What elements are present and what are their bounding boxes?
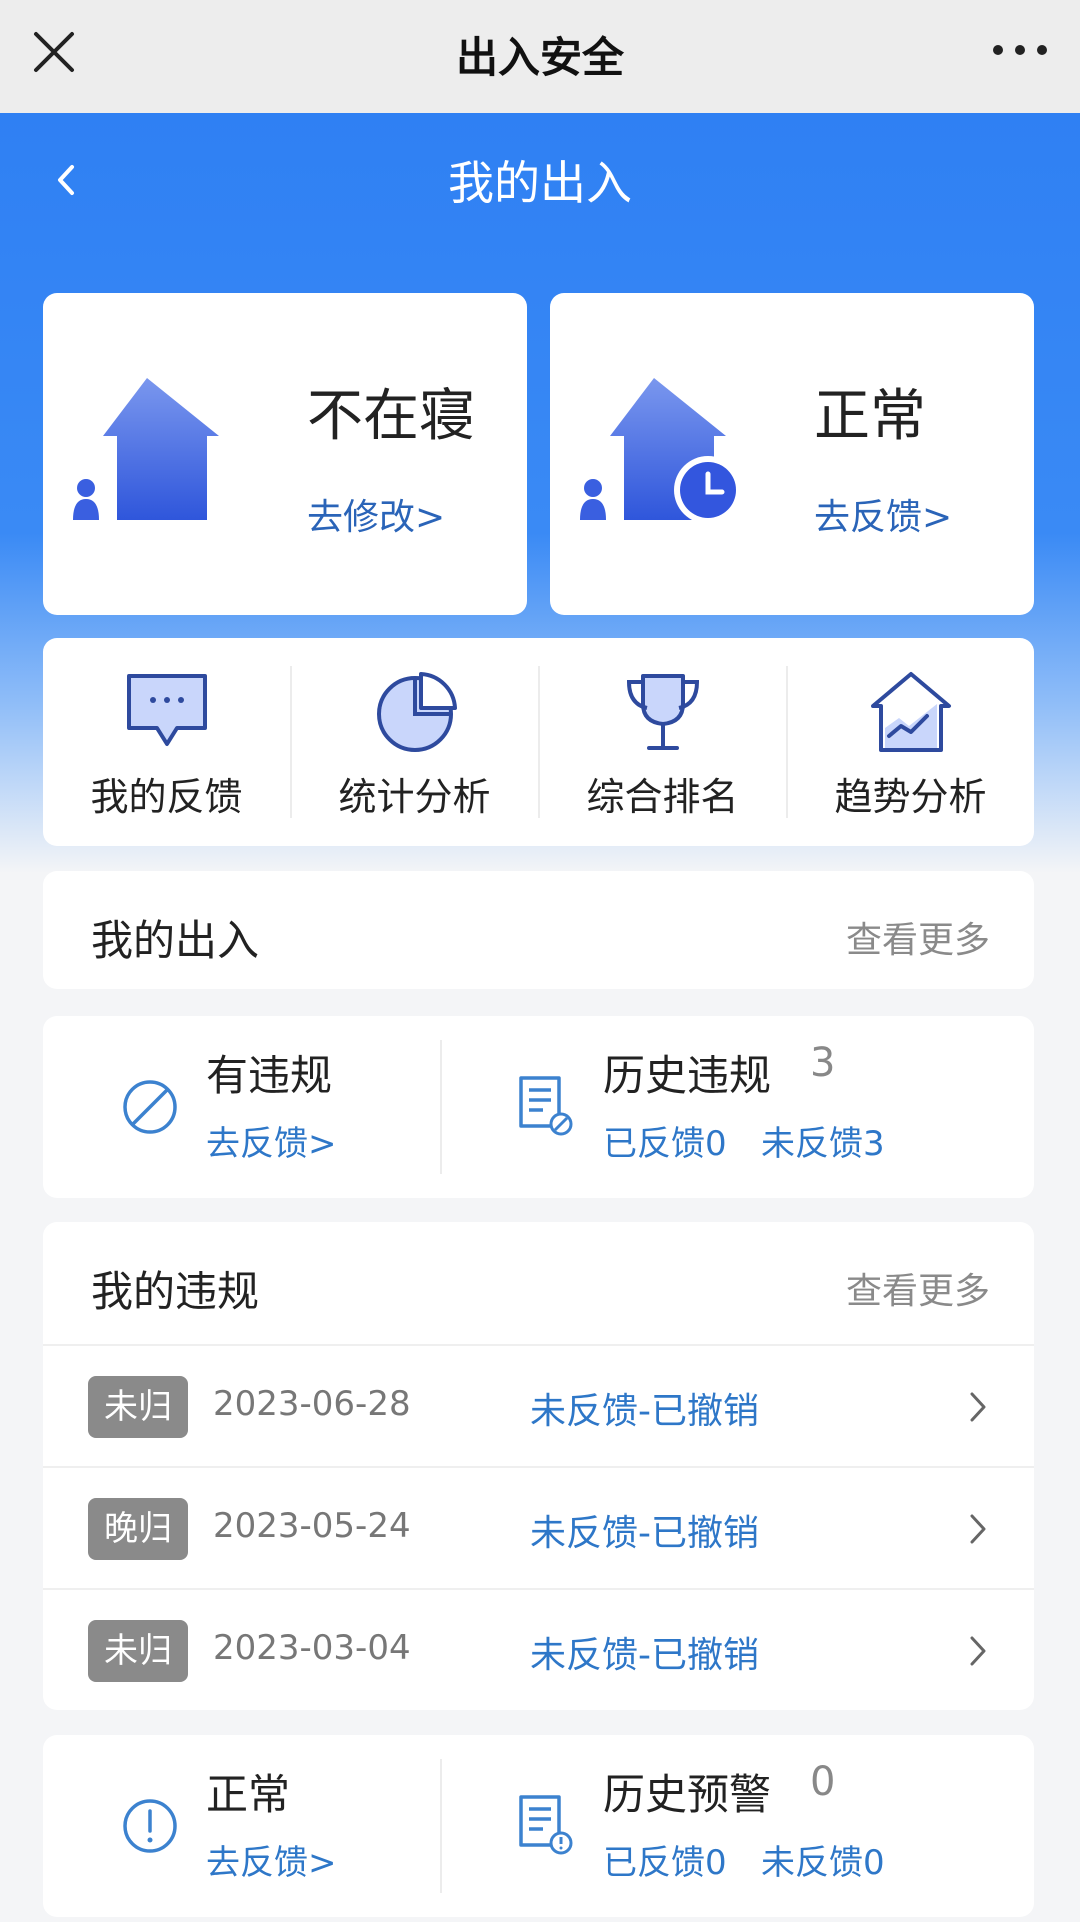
history-warning-count: 0 bbox=[810, 1759, 836, 1805]
feature-menu: 我的反馈 统计分析 综合排名 趋势分析 bbox=[43, 638, 1034, 846]
menu-label: 综合排名 bbox=[586, 775, 739, 819]
view-more-link[interactable]: 查看更多 bbox=[846, 911, 990, 963]
warning-feedback-link[interactable]: 去反馈> bbox=[206, 1835, 337, 1884]
feedback-link[interactable]: 去反馈> bbox=[814, 488, 952, 540]
violation-row[interactable]: 晚归 2023-05-24 未反馈-已撤销 bbox=[43, 1466, 1034, 1588]
time-status-card[interactable]: 正常 去反馈> bbox=[550, 293, 1034, 615]
modify-link[interactable]: 去修改> bbox=[307, 488, 445, 540]
violation-date: 2023-03-04 bbox=[213, 1628, 411, 1668]
feedback-done-count[interactable]: 已反馈0 bbox=[603, 1116, 727, 1165]
message-icon bbox=[127, 674, 207, 746]
prohibited-icon bbox=[123, 1080, 177, 1134]
document-ban-icon bbox=[519, 1076, 573, 1136]
window-title: 出入安全 bbox=[455, 33, 624, 82]
menu-item-trend[interactable]: 趋势分析 bbox=[787, 638, 1034, 846]
house-clock-icon bbox=[580, 378, 742, 524]
trend-house-icon bbox=[871, 672, 951, 752]
warnings-summary: 正常 去反馈> 历史预警 0 已反馈0 未反馈0 bbox=[43, 1735, 1034, 1917]
chevron-right-icon bbox=[970, 1392, 986, 1422]
violation-status: 未反馈-已撤销 bbox=[530, 1391, 759, 1432]
history-warning-title: 历史预警 bbox=[603, 1770, 772, 1819]
violation-row[interactable]: 未归 2023-06-28 未反馈-已撤销 bbox=[43, 1344, 1034, 1466]
document-alert-icon bbox=[519, 1795, 573, 1855]
warning-feedback-pending-count[interactable]: 未反馈0 bbox=[761, 1835, 885, 1884]
chevron-right-icon bbox=[970, 1636, 986, 1666]
section-title: 我的出入 bbox=[91, 916, 260, 965]
violation-type-tag: 未归 bbox=[88, 1376, 188, 1438]
menu-label: 我的反馈 bbox=[90, 775, 243, 819]
chevron-right-icon bbox=[970, 1514, 986, 1544]
violation-date: 2023-05-24 bbox=[213, 1506, 411, 1546]
violations-summary: 有违规 去反馈> 历史违规 3 已反馈0 未反馈3 bbox=[43, 1016, 1034, 1198]
dorm-status-card[interactable]: 不在寝 去修改> bbox=[43, 293, 527, 615]
menu-label: 趋势分析 bbox=[834, 775, 987, 819]
section-title: 我的违规 bbox=[91, 1267, 260, 1316]
violation-status: 未反馈-已撤销 bbox=[530, 1513, 759, 1554]
violation-type-tag: 未归 bbox=[88, 1620, 188, 1682]
page-title: 我的出入 bbox=[448, 156, 632, 210]
house-person-icon bbox=[73, 378, 219, 520]
divider bbox=[440, 1759, 442, 1893]
view-more-link[interactable]: 查看更多 bbox=[846, 1262, 990, 1314]
trophy-icon bbox=[626, 674, 700, 750]
history-violation-title: 历史违规 bbox=[603, 1051, 772, 1100]
menu-item-my-feedback[interactable]: 我的反馈 bbox=[43, 638, 290, 846]
alert-circle-icon bbox=[123, 1799, 177, 1853]
current-violation-title: 有违规 bbox=[206, 1051, 333, 1100]
window-bar: 出入安全 bbox=[0, 0, 1080, 113]
menu-item-ranking[interactable]: 综合排名 bbox=[539, 638, 786, 846]
divider bbox=[440, 1040, 442, 1174]
current-warning-title: 正常 bbox=[206, 1770, 291, 1819]
my-access-section: 我的出入 查看更多 bbox=[43, 871, 1034, 989]
violation-status: 未反馈-已撤销 bbox=[530, 1635, 759, 1676]
feedback-pending-count[interactable]: 未反馈3 bbox=[761, 1116, 885, 1165]
dorm-status-text: 不在寝 bbox=[307, 384, 475, 449]
violation-type-tag: 晚归 bbox=[88, 1498, 188, 1560]
more-icon[interactable] bbox=[990, 38, 1050, 62]
pie-chart-icon bbox=[377, 672, 457, 752]
menu-label: 统计分析 bbox=[338, 775, 491, 819]
violation-date: 2023-06-28 bbox=[213, 1384, 411, 1424]
menu-item-statistics[interactable]: 统计分析 bbox=[291, 638, 538, 846]
time-status-text: 正常 bbox=[814, 384, 926, 449]
violation-row[interactable]: 未归 2023-03-04 未反馈-已撤销 bbox=[43, 1588, 1034, 1710]
my-violations-section: 我的违规 查看更多 未归 2023-06-28 未反馈-已撤销 晚归 2023-… bbox=[43, 1222, 1034, 1710]
warning-feedback-done-count[interactable]: 已反馈0 bbox=[603, 1835, 727, 1884]
history-violation-count: 3 bbox=[810, 1040, 836, 1086]
violation-feedback-link[interactable]: 去反馈> bbox=[206, 1116, 337, 1165]
